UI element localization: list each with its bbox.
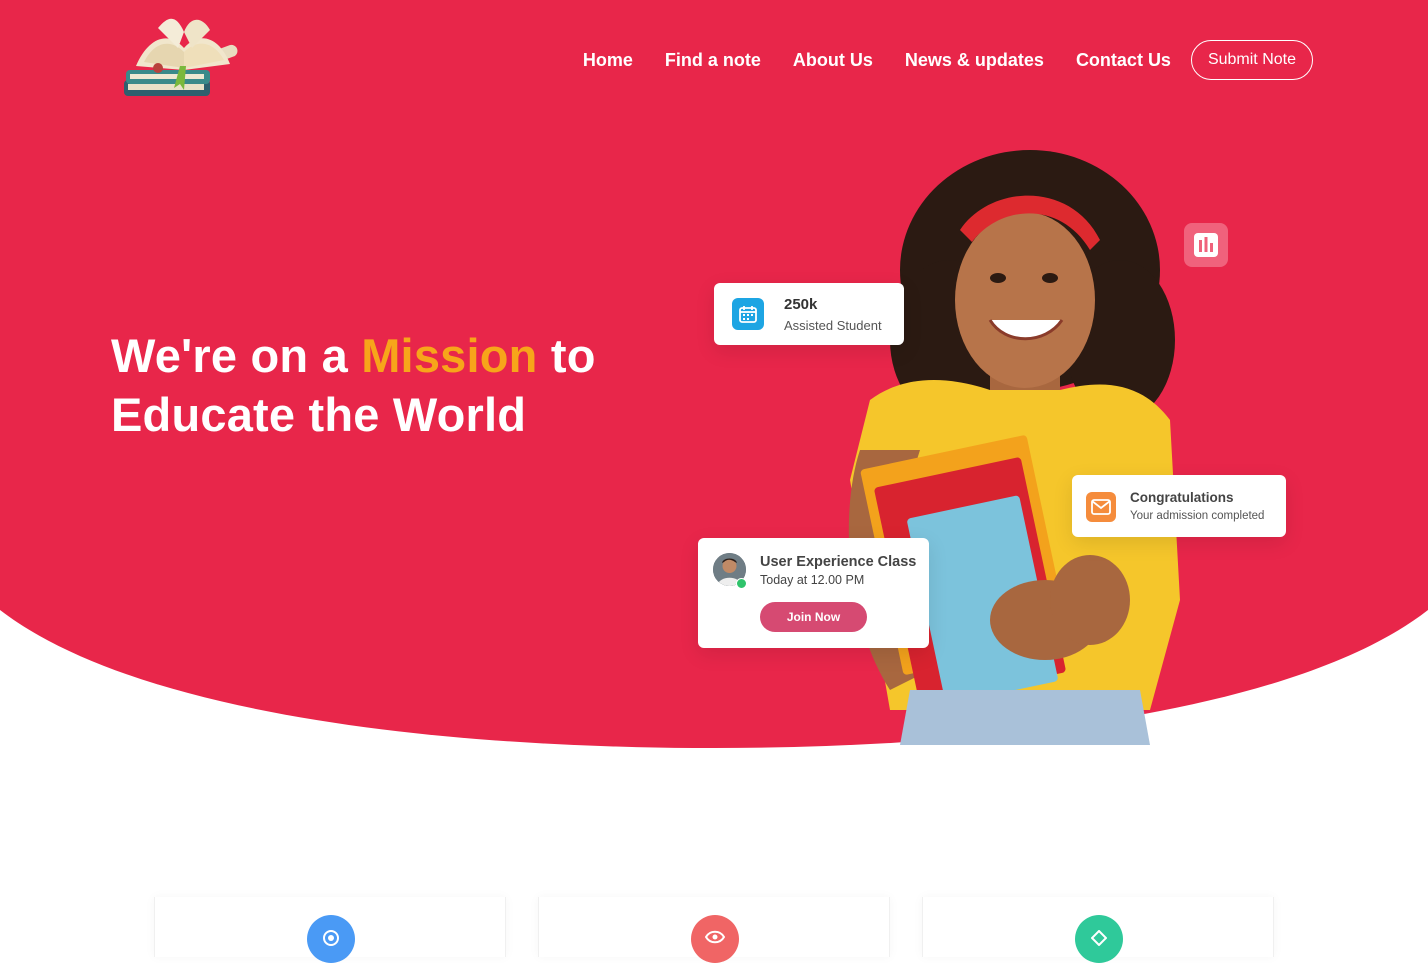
class-title: User Experience Class <box>760 554 917 570</box>
class-invite-card: User Experience Class Today at 12.00 PM … <box>698 538 929 648</box>
feature-card <box>538 897 890 963</box>
open-book-logo-icon <box>124 18 238 96</box>
headline-part: We're on a <box>111 329 362 382</box>
eye-icon <box>691 915 739 963</box>
hero-headline: We're on a Mission to Educate the World <box>111 326 596 444</box>
diamond-icon <box>1075 915 1123 963</box>
site-logo[interactable] <box>118 8 248 110</box>
class-time: Today at 12.00 PM <box>760 573 865 587</box>
headline-accent: Mission <box>361 329 538 382</box>
assisted-student-card: 250k Assisted Student <box>714 283 904 345</box>
nav-contact-us[interactable]: Contact Us <box>1076 50 1171 71</box>
online-status-dot <box>736 578 747 589</box>
target-icon <box>307 915 355 963</box>
nav-news-updates[interactable]: News & updates <box>905 50 1044 71</box>
nav-find-a-note[interactable]: Find a note <box>665 50 761 71</box>
admission-notification-card: Congratulations Your admission completed <box>1072 475 1286 537</box>
congrats-title: Congratulations <box>1130 490 1234 505</box>
headline-line2: Educate the World <box>111 388 527 441</box>
join-now-button[interactable]: Join Now <box>760 602 867 632</box>
nav-about-us[interactable]: About Us <box>793 50 873 71</box>
main-nav: Home Find a note About Us News & updates… <box>583 40 1313 80</box>
feature-card <box>154 897 506 963</box>
mail-icon <box>1086 492 1116 522</box>
stats-tile[interactable] <box>1184 223 1228 267</box>
calendar-icon <box>732 298 764 330</box>
submit-note-button[interactable]: Submit Note <box>1190 40 1313 80</box>
headline-part: to <box>537 329 596 382</box>
stat-label: Assisted Student <box>784 318 882 333</box>
nav-home[interactable]: Home <box>583 50 633 71</box>
bar-chart-icon <box>1194 233 1218 257</box>
feature-card <box>922 897 1274 963</box>
student-photo <box>800 150 1220 745</box>
congrats-subtitle: Your admission completed <box>1130 510 1265 522</box>
stat-value: 250k <box>784 296 818 313</box>
